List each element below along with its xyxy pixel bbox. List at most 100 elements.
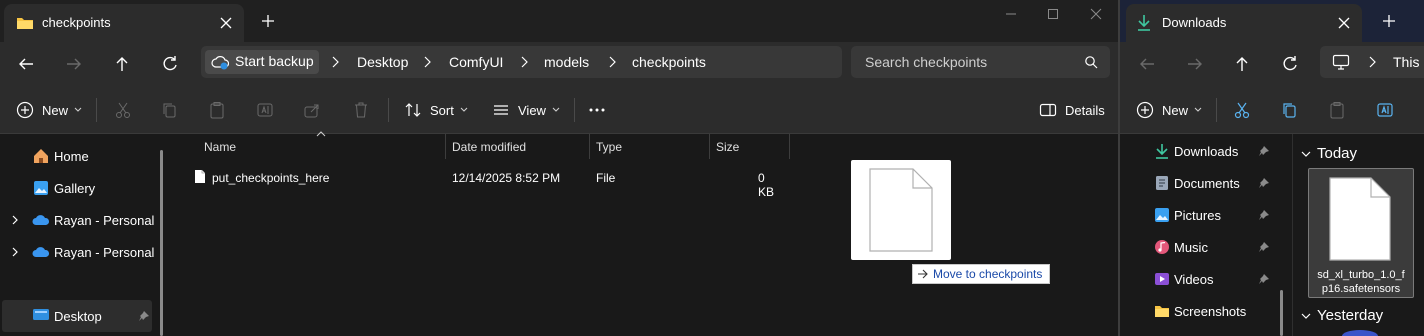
view-lines-icon <box>492 101 510 119</box>
new-tab-icon[interactable] <box>1380 12 1398 30</box>
back-arrow-icon[interactable] <box>1136 53 1158 75</box>
sort-button[interactable]: Sort <box>404 100 468 120</box>
download-icon <box>1136 14 1152 32</box>
share-button[interactable] <box>303 100 321 120</box>
sidebar-item-documents[interactable]: Documents <box>1120 167 1292 199</box>
scrollbar[interactable] <box>160 150 163 336</box>
column-header-name[interactable]: Name <box>204 140 236 154</box>
cut-button[interactable] <box>114 100 132 120</box>
chevron-down-icon <box>74 107 82 113</box>
sidebar-item-music[interactable]: Music <box>1120 231 1292 263</box>
tab-bar: checkpoints <box>0 0 1118 42</box>
table-row[interactable]: put_checkpoints_here 12/14/2025 8:52 PM … <box>182 164 782 199</box>
up-arrow-icon[interactable] <box>111 53 133 75</box>
start-backup-button[interactable]: Start backup <box>205 50 319 74</box>
scrollbar[interactable] <box>1280 290 1283 336</box>
crumb-comfyui[interactable]: ComfyUI <box>449 54 503 70</box>
sidebar-item-videos[interactable]: Videos <box>1120 263 1292 295</box>
file-icon <box>869 168 933 252</box>
pin-icon[interactable] <box>1258 241 1270 253</box>
pin-icon[interactable] <box>1258 177 1270 189</box>
close-tab-icon[interactable] <box>1334 13 1354 33</box>
pin-icon[interactable] <box>1258 145 1270 157</box>
new-button[interactable]: New <box>1136 100 1202 120</box>
sidebar-item-onedrive-2[interactable]: Rayan - Personal <box>0 236 160 268</box>
clipboard-icon <box>208 101 226 119</box>
view-button[interactable]: View <box>492 100 560 120</box>
sidebar-item-downloads[interactable]: Downloads <box>1120 135 1292 167</box>
group-header-yesterday[interactable]: Yesterday <box>1301 307 1383 324</box>
maximize-icon[interactable] <box>1043 4 1063 24</box>
group-label: Today <box>1317 145 1358 162</box>
tab-downloads[interactable]: Downloads <box>1126 4 1362 42</box>
sidebar-item-screenshots[interactable]: Screenshots <box>1120 295 1292 327</box>
search-placeholder: Search checkpoints <box>865 54 988 70</box>
file-icon <box>1329 177 1391 261</box>
group-header-today[interactable]: Today <box>1301 145 1357 162</box>
copy-icon <box>161 101 179 119</box>
close-window-icon[interactable] <box>1086 4 1106 24</box>
column-header-size[interactable]: Size <box>716 140 739 154</box>
pin-icon[interactable] <box>1258 273 1270 285</box>
paste-button[interactable] <box>208 100 226 120</box>
close-tab-icon[interactable] <box>216 13 236 33</box>
chevron-down-icon <box>1301 150 1311 158</box>
sidebar-item-label: Rayan - Personal <box>54 245 155 260</box>
paste-button[interactable] <box>1328 100 1346 120</box>
more-options-button[interactable] <box>588 100 606 120</box>
forward-arrow-icon[interactable] <box>63 53 85 75</box>
details-button[interactable]: Details <box>1039 100 1105 120</box>
chevron-right-icon[interactable] <box>10 215 20 225</box>
sidebar-item-home[interactable]: Home <box>0 140 160 172</box>
minimize-icon[interactable] <box>1001 4 1021 24</box>
sidebar-item-pictures[interactable]: Pictures <box>1120 199 1292 231</box>
chevron-right-icon[interactable] <box>10 247 20 257</box>
delete-button[interactable] <box>352 100 370 120</box>
column-header-date-modified[interactable]: Date modified <box>452 140 526 154</box>
crumb-checkpoints[interactable]: checkpoints <box>632 54 706 70</box>
copy-button[interactable] <box>1281 100 1299 120</box>
column-header-type[interactable]: Type <box>596 140 622 154</box>
sidebar-item-label: Videos <box>1174 272 1214 287</box>
cut-button[interactable] <box>1233 100 1251 120</box>
pin-icon[interactable] <box>1258 209 1270 221</box>
sidebar-item-label: Desktop <box>54 309 102 324</box>
file-tile[interactable]: sd_xl_turbo_1.0_f p16.safetensors <box>1308 168 1414 298</box>
new-button[interactable]: New <box>16 100 82 120</box>
desktop-icon <box>32 307 50 323</box>
rename-button[interactable] <box>256 100 274 120</box>
sidebar-item-desktop[interactable]: Desktop <box>2 300 152 332</box>
breadcrumb[interactable]: Start backup Desktop ComfyUI models chec… <box>201 46 842 78</box>
column-divider[interactable] <box>709 134 710 159</box>
crumb-this-pc[interactable]: This P <box>1393 54 1424 70</box>
breadcrumb[interactable]: This P <box>1320 46 1424 78</box>
sort-label: Sort <box>430 102 454 118</box>
chevron-right-icon <box>607 56 617 68</box>
scissors-icon <box>1233 101 1251 119</box>
refresh-icon[interactable] <box>159 53 181 75</box>
column-divider[interactable] <box>789 134 790 159</box>
file-list: Name Date modified Type Size put_checkpo… <box>172 131 1118 336</box>
plus-circle-icon <box>16 101 34 119</box>
forward-arrow-icon[interactable] <box>1184 53 1206 75</box>
new-tab-icon[interactable] <box>259 12 277 30</box>
crumb-models[interactable]: models <box>544 54 589 70</box>
folder-icon <box>16 15 34 31</box>
tab-checkpoints[interactable]: checkpoints <box>4 4 244 42</box>
crumb-desktop[interactable]: Desktop <box>357 54 408 70</box>
pictures-icon <box>1154 207 1170 223</box>
pin-icon[interactable] <box>138 310 150 322</box>
chevron-right-icon <box>1367 56 1377 68</box>
sidebar-item-gallery[interactable]: Gallery <box>0 172 160 204</box>
back-arrow-icon[interactable] <box>15 53 37 75</box>
up-arrow-icon[interactable] <box>1231 53 1253 75</box>
copy-button[interactable] <box>161 100 179 120</box>
rename-button[interactable] <box>1376 100 1394 120</box>
column-divider[interactable] <box>589 134 590 159</box>
sidebar-item-onedrive-1[interactable]: Rayan - Personal <box>0 204 160 236</box>
column-divider[interactable] <box>445 134 446 159</box>
refresh-icon[interactable] <box>1279 53 1301 75</box>
divider <box>1216 98 1217 122</box>
scissors-icon <box>114 101 132 119</box>
search-input[interactable]: Search checkpoints <box>851 46 1110 78</box>
